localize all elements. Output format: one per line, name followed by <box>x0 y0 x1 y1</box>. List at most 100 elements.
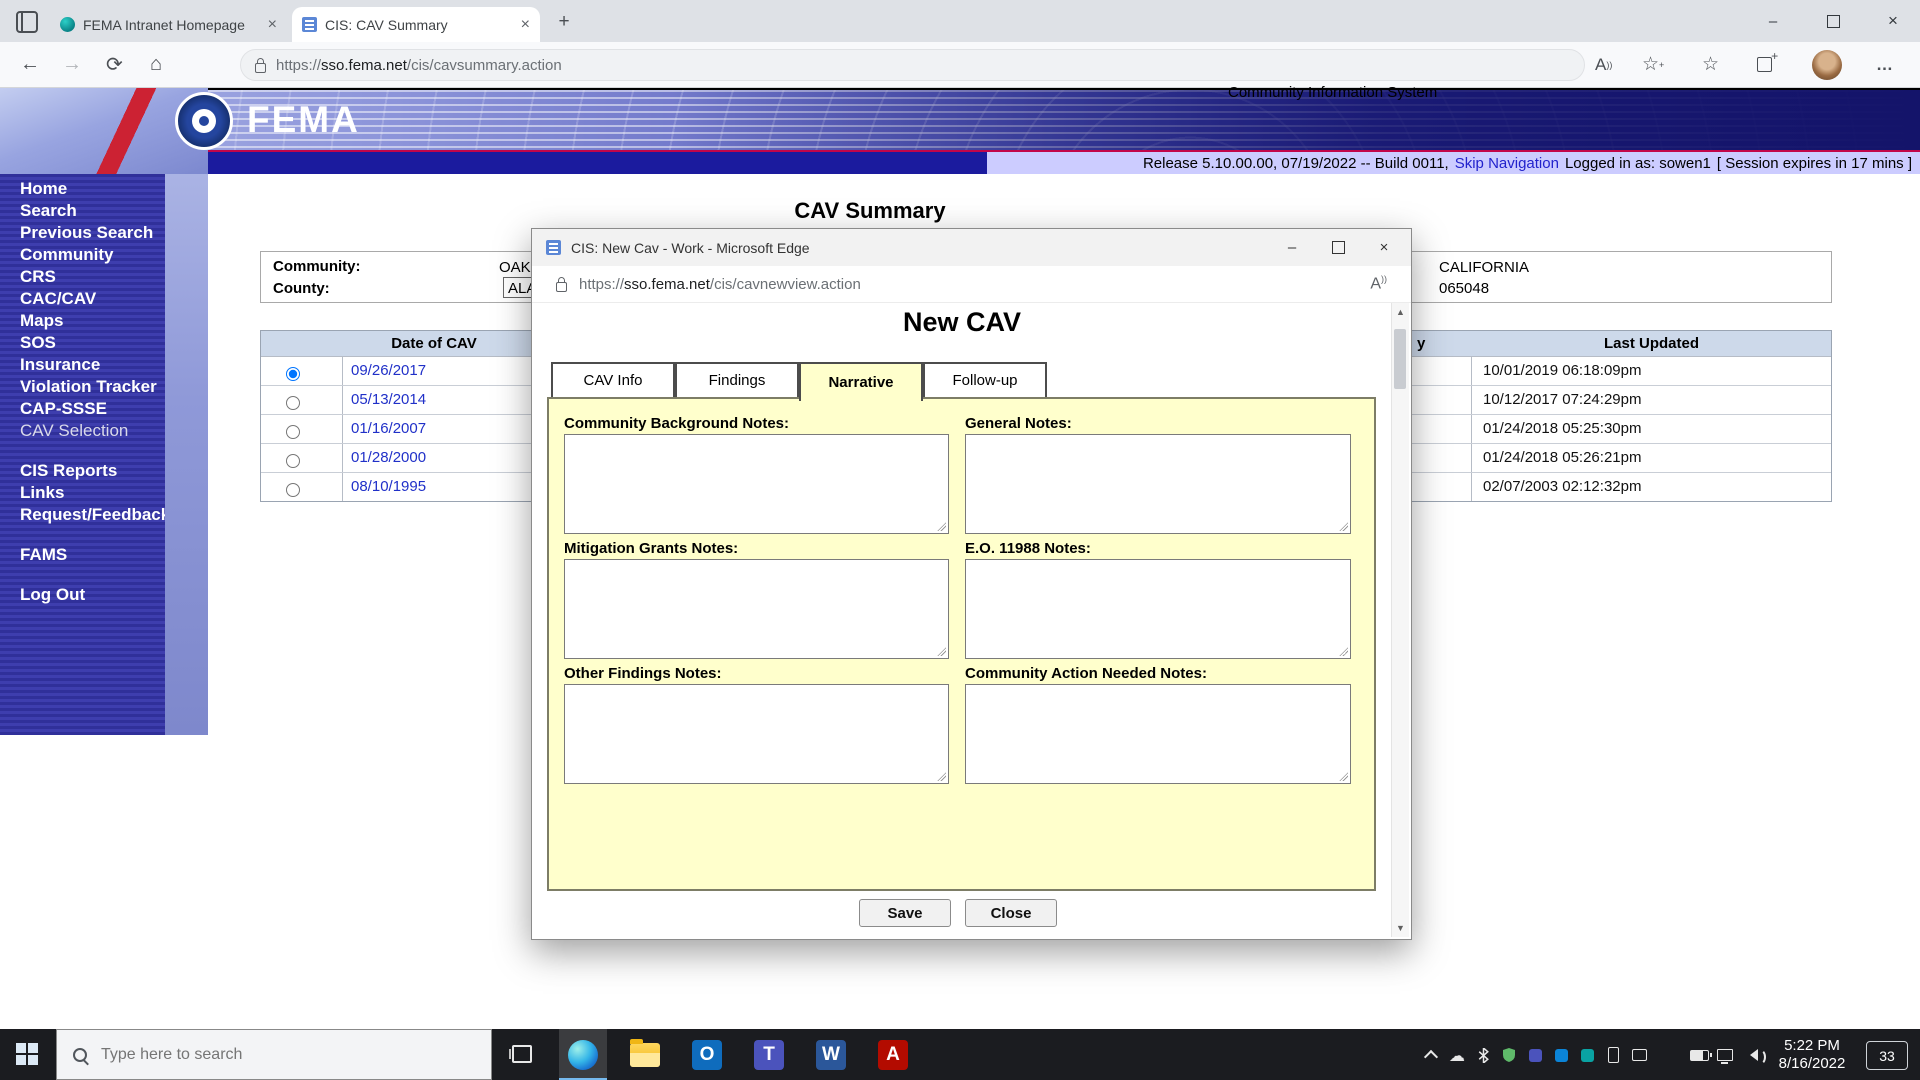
tab-findings[interactable]: Findings <box>675 362 799 399</box>
cav-row-radio[interactable] <box>286 425 300 439</box>
popup-window-title: CIS: New Cav - Work - Microsoft Edge <box>571 239 810 256</box>
cav-date-link[interactable]: 09/26/2017 <box>351 362 426 379</box>
popup-maximize-button[interactable] <box>1315 229 1361 265</box>
scrollbar-thumb[interactable] <box>1394 329 1406 389</box>
popup-scrollbar[interactable]: ▲ ▼ <box>1391 303 1409 937</box>
cav-date-link[interactable]: 01/16/2007 <box>351 420 426 437</box>
sidebar-item-cac-cav[interactable]: CAC/CAV <box>0 288 165 310</box>
profile-avatar[interactable] <box>1812 50 1842 80</box>
tab-close-icon[interactable]: × <box>521 16 530 33</box>
sidebar-item-maps[interactable]: Maps <box>0 310 165 332</box>
taskbar-app-edge[interactable] <box>559 1029 607 1080</box>
sidebar-item-cav-selection[interactable]: CAV Selection <box>0 420 165 442</box>
taskbar-clock[interactable]: 5:22 PM 8/16/2022 <box>1770 1037 1854 1073</box>
popup-minimize-button[interactable]: – <box>1269 229 1315 265</box>
browser-tab-fema-intranet[interactable]: FEMA Intranet Homepage × <box>50 7 287 42</box>
popup-title-bar[interactable]: CIS: New Cav - Work - Microsoft Edge – × <box>532 229 1411 267</box>
start-button[interactable] <box>16 1043 38 1065</box>
sync-tray-icon[interactable] <box>1548 1042 1574 1068</box>
new-tab-button[interactable]: + <box>552 10 576 34</box>
bluetooth-icon[interactable] <box>1470 1042 1496 1068</box>
save-button[interactable]: Save <box>859 899 951 927</box>
popup-url: https://sso.fema.net/cis/cavnewview.acti… <box>579 275 861 293</box>
tab-actions-icon[interactable] <box>16 11 38 33</box>
taskbar-app-word[interactable]: W <box>807 1029 855 1080</box>
add-favorite-icon[interactable]: ☆ + <box>1642 42 1664 87</box>
window-maximize-button[interactable] <box>1810 0 1856 42</box>
app-tray-icon[interactable] <box>1574 1042 1600 1068</box>
eo-11988-notes-textarea[interactable] <box>965 559 1351 659</box>
teams-icon: T <box>754 1039 784 1070</box>
cav-date-link[interactable]: 08/10/1995 <box>351 478 426 495</box>
battery-icon[interactable] <box>1686 1042 1712 1068</box>
cav-row-radio[interactable] <box>286 367 300 381</box>
volume-icon[interactable] <box>1738 1042 1766 1068</box>
other-findings-notes-textarea[interactable] <box>564 684 949 784</box>
phone-icon[interactable] <box>1600 1042 1626 1068</box>
window-close-button[interactable]: × <box>1870 0 1916 42</box>
taskbar-app-teams[interactable]: T <box>745 1029 793 1080</box>
sidebar-item-community[interactable]: Community <box>0 244 165 266</box>
sidebar-item-cis-reports[interactable]: CIS Reports <box>0 460 165 482</box>
sidebar-item-home[interactable]: Home <box>0 178 165 200</box>
onedrive-icon[interactable]: ☁ <box>1444 1042 1470 1068</box>
window-minimize-button[interactable]: – <box>1750 0 1796 42</box>
tab-follow-up[interactable]: Follow-up <box>923 362 1047 399</box>
community-action-needed-notes-textarea[interactable] <box>965 684 1351 784</box>
collections-icon[interactable] <box>1757 42 1778 87</box>
general-notes-textarea[interactable] <box>965 434 1351 534</box>
sidebar-item-sos[interactable]: SOS <box>0 332 165 354</box>
sidebar-item-previous-search[interactable]: Previous Search <box>0 222 165 244</box>
skip-navigation-link[interactable]: Skip Navigation <box>1455 155 1559 172</box>
refresh-icon[interactable]: ⟳ <box>106 42 123 87</box>
tab-narrative[interactable]: Narrative <box>799 362 923 401</box>
browser-menu-icon[interactable]: … <box>1876 42 1893 87</box>
cav-row-radio[interactable] <box>286 396 300 410</box>
sidebar-nav: Home Search Previous Search Community CRS CAC… <box>0 174 170 735</box>
sidebar-item-links[interactable]: Links <box>0 482 165 504</box>
back-icon[interactable]: ← <box>20 42 40 87</box>
security-shield-icon[interactable] <box>1496 1042 1522 1068</box>
forward-icon[interactable]: → <box>62 42 82 87</box>
cav-row-radio[interactable] <box>286 454 300 468</box>
scroll-down-icon[interactable]: ▼ <box>1392 923 1409 933</box>
tray-chevron-up-icon[interactable] <box>1418 1042 1444 1068</box>
favorites-icon[interactable]: ☆ <box>1702 42 1719 87</box>
taskbar-app-outlook[interactable]: O <box>683 1029 731 1080</box>
sidebar-item-violation-tracker[interactable]: Violation Tracker <box>0 376 165 398</box>
home-icon[interactable]: ⌂ <box>150 42 162 87</box>
sidebar-item-crs[interactable]: CRS <box>0 266 165 288</box>
community-background-notes-textarea[interactable] <box>564 434 949 534</box>
sidebar-item-search[interactable]: Search <box>0 200 165 222</box>
sidebar-item-request-feedback[interactable]: Request/Feedback <box>0 504 170 526</box>
cav-date-link[interactable]: 01/28/2000 <box>351 449 426 466</box>
browser-tab-cav-summary[interactable]: CIS: CAV Summary × <box>292 7 540 42</box>
network-icon[interactable] <box>1712 1042 1738 1068</box>
address-bar[interactable]: https://sso.fema.net/cis/cavsummary.acti… <box>240 49 1585 81</box>
sidebar-item-fams[interactable]: FAMS <box>0 544 165 566</box>
tab-cav-info[interactable]: CAV Info <box>551 362 675 399</box>
taskbar-app-file-explorer[interactable] <box>621 1029 669 1080</box>
read-aloud-icon[interactable]: A)) <box>1370 274 1387 293</box>
close-button[interactable]: Close <box>965 899 1057 927</box>
sidebar-item-insurance[interactable]: Insurance <box>0 354 165 376</box>
cav-row-radio[interactable] <box>286 483 300 497</box>
read-aloud-icon[interactable]: A)) <box>1595 42 1612 87</box>
popup-close-button[interactable]: × <box>1361 229 1407 265</box>
notification-center-icon[interactable]: 33 <box>1866 1041 1908 1070</box>
mitigation-grants-notes-textarea[interactable] <box>564 559 949 659</box>
edge-icon <box>568 1039 598 1070</box>
scroll-up-icon[interactable]: ▲ <box>1392 307 1409 317</box>
last-updated-value: 02/07/2003 02:12:32pm <box>1483 478 1642 495</box>
taskbar-search-box[interactable] <box>56 1029 492 1080</box>
tab-close-icon[interactable]: × <box>268 16 277 33</box>
camera-icon[interactable] <box>1626 1042 1652 1068</box>
task-view-icon[interactable] <box>509 1045 532 1063</box>
search-input[interactable] <box>99 1044 433 1065</box>
sidebar-item-log-out[interactable]: Log Out <box>0 584 165 606</box>
sidebar-item-cap-ssse[interactable]: CAP-SSSE <box>0 398 165 420</box>
lock-icon <box>556 276 567 292</box>
teams-tray-icon[interactable] <box>1522 1042 1548 1068</box>
taskbar-app-acrobat[interactable]: A <box>869 1029 917 1080</box>
cav-date-link[interactable]: 05/13/2014 <box>351 391 426 408</box>
